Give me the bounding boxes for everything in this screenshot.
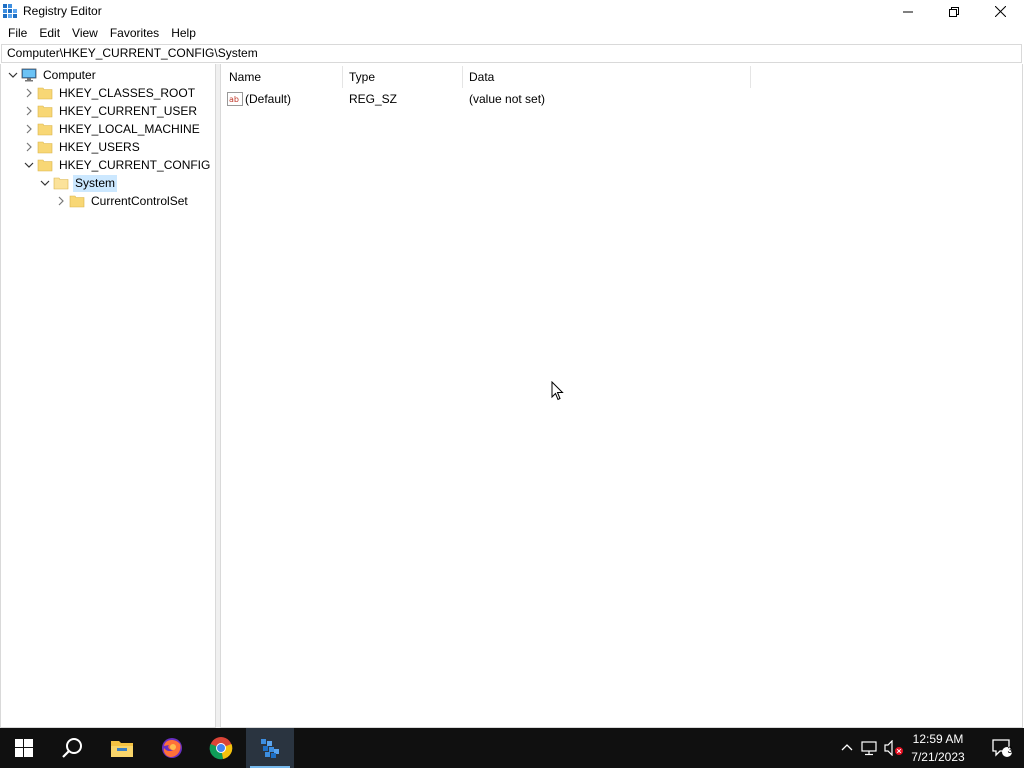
action-center-button[interactable]: 3: [980, 728, 1024, 768]
tree-item-label: HKEY_CLASSES_ROOT: [59, 85, 196, 100]
system-clock[interactable]: 12:59 AM 7/21/2023: [906, 730, 970, 766]
clock-date: 7/21/2023: [911, 750, 965, 764]
title-bar: Registry Editor: [0, 0, 1024, 23]
restore-button[interactable]: [931, 0, 977, 23]
menu-bar: File Edit View Favorites Help: [0, 23, 1024, 43]
tree-item-computer[interactable]: Computer: [5, 66, 98, 84]
start-button[interactable]: [0, 728, 48, 768]
minimize-button[interactable]: [885, 0, 931, 23]
menu-help[interactable]: Help: [165, 23, 202, 43]
tree-item-hkey-local-machine[interactable]: HKEY_LOCAL_MACHINE: [21, 120, 202, 138]
taskbar: 12:59 AM 7/21/2023 3: [0, 728, 1024, 768]
close-button[interactable]: [977, 0, 1023, 23]
folder-icon: [37, 105, 53, 118]
column-header-name[interactable]: Name: [221, 66, 343, 88]
folder-icon: [37, 87, 53, 100]
chevron-right-icon[interactable]: [21, 138, 37, 156]
folder-open-icon: [53, 177, 69, 190]
tree-item-system[interactable]: System: [37, 174, 118, 192]
values-list: Name Type Data ab (Default) REG_SZ (valu…: [220, 64, 1023, 728]
folder-icon: [37, 123, 53, 136]
volume-button[interactable]: [884, 738, 904, 758]
chevron-up-icon: [841, 744, 853, 751]
tree-item-label: HKEY_CURRENT_USER: [59, 103, 198, 118]
column-header-type[interactable]: Type: [341, 66, 463, 88]
search-button[interactable]: [48, 728, 96, 768]
tree-item-label: CurrentControlSet: [91, 193, 188, 208]
search-icon: [62, 738, 82, 758]
chevron-down-icon[interactable]: [37, 174, 53, 192]
string-value-icon: ab: [227, 92, 243, 106]
address-bar[interactable]: Computer\HKEY_CURRENT_CONFIG\System: [1, 44, 1022, 63]
value-name: (Default): [245, 92, 292, 106]
table-row[interactable]: ab (Default) REG_SZ (value not set): [221, 90, 1022, 108]
tree-item-label: HKEY_CURRENT_CONFIG: [59, 157, 211, 172]
tree-item-hkey-current-user[interactable]: HKEY_CURRENT_USER: [21, 102, 199, 120]
firefox-icon: [162, 738, 182, 758]
folder-icon: [37, 141, 53, 154]
tree-item-label: Computer: [43, 67, 96, 82]
chevron-right-icon[interactable]: [53, 192, 69, 210]
menu-favorites[interactable]: Favorites: [104, 23, 165, 43]
window-title: Registry Editor: [23, 4, 102, 18]
file-explorer-icon: [111, 741, 133, 757]
chrome-icon: [209, 737, 233, 760]
value-data: (value not set): [469, 92, 546, 106]
network-icon: [861, 741, 877, 756]
list-header: Name Type Data: [221, 66, 1022, 88]
tree-item-hkey-users[interactable]: HKEY_USERS: [21, 138, 142, 156]
restore-icon: [949, 6, 959, 17]
column-header-data[interactable]: Data: [461, 66, 751, 88]
network-button[interactable]: [860, 738, 880, 758]
chrome-button[interactable]: [197, 728, 245, 768]
value-type: REG_SZ: [349, 92, 398, 106]
tree-item-hkey-classes-root[interactable]: HKEY_CLASSES_ROOT: [21, 84, 197, 102]
tree-item-label: HKEY_USERS: [59, 139, 140, 154]
tree-item-label: HKEY_LOCAL_MACHINE: [59, 121, 200, 136]
menu-file[interactable]: File: [0, 23, 33, 43]
file-explorer-button[interactable]: [98, 728, 146, 768]
show-hidden-icons-button[interactable]: [837, 738, 857, 758]
tree-item-currentcontrolset[interactable]: CurrentControlSet: [53, 192, 190, 210]
firefox-button[interactable]: [148, 728, 196, 768]
chevron-right-icon[interactable]: [21, 120, 37, 138]
chevron-down-icon[interactable]: [21, 156, 37, 174]
folder-icon: [37, 159, 53, 172]
volume-muted-icon: [884, 740, 903, 756]
tree-item-hkey-current-config[interactable]: HKEY_CURRENT_CONFIG: [21, 156, 212, 174]
folder-icon: [69, 195, 85, 208]
registry-editor-taskbar-button[interactable]: [246, 728, 294, 768]
notification-count: 3: [1007, 745, 1013, 755]
menu-view[interactable]: View: [66, 23, 104, 43]
computer-icon: [21, 68, 37, 82]
chevron-right-icon[interactable]: [21, 84, 37, 102]
registry-editor-icon: [261, 739, 279, 758]
minimize-icon: [903, 11, 913, 12]
mouse-cursor-icon: [551, 381, 564, 401]
tree-item-label: System: [73, 174, 118, 192]
clock-time: 12:59 AM: [912, 732, 964, 746]
svg-text:ab: ab: [229, 95, 239, 104]
registry-editor-icon: [3, 4, 17, 18]
start-icon: [15, 739, 33, 757]
chevron-down-icon[interactable]: [5, 66, 21, 84]
key-tree: Computer HKEY_CLASSES_ROOT HKEY_CURRENT_…: [0, 64, 216, 728]
close-icon: [994, 6, 1006, 17]
menu-edit[interactable]: Edit: [33, 23, 66, 43]
chevron-right-icon[interactable]: [21, 102, 37, 120]
